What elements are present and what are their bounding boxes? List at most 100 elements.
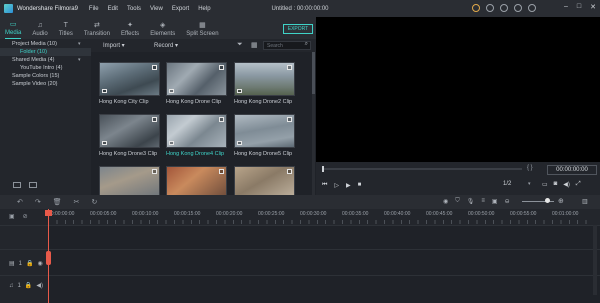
playhead-marker[interactable]	[45, 210, 52, 216]
account-icon[interactable]	[486, 4, 494, 12]
chevron-down-icon[interactable]: ▾	[78, 57, 81, 63]
voiceover-icon[interactable]: ≡	[481, 198, 485, 205]
clip-thumbnail[interactable]	[234, 114, 295, 148]
adjust-icon[interactable]: ↻	[92, 198, 98, 206]
playback-quality-select[interactable]: 1/2	[503, 181, 511, 187]
new-folder-icon[interactable]	[13, 182, 21, 188]
playback-progress-head[interactable]	[322, 166, 324, 172]
preview-viewer[interactable]	[316, 17, 600, 162]
media-clip[interactable]: Hong Kong Drone5 Clip	[234, 114, 295, 157]
timeline-scrollbar[interactable]	[593, 225, 597, 295]
sidebar-item-youtube-intro[interactable]: YouTube Intro (4)	[20, 65, 62, 71]
media-clip[interactable]	[166, 166, 227, 195]
media-clip[interactable]	[234, 166, 295, 195]
sidebar-item-project-media[interactable]: Project Media (10)	[12, 41, 57, 47]
redo-icon[interactable]: ↷	[35, 198, 41, 206]
notification-icon[interactable]	[528, 4, 536, 12]
fullscreen-icon[interactable]: ⤢	[576, 181, 581, 188]
clip-thumbnail[interactable]	[166, 62, 227, 96]
download-icon[interactable]	[514, 4, 522, 12]
playhead-handle[interactable]	[46, 251, 51, 265]
eye-icon[interactable]: ◉	[38, 260, 43, 267]
tab-titles[interactable]: T Titles	[59, 22, 73, 39]
media-clip[interactable]: Hong Kong Drone4 Clip	[166, 114, 227, 157]
zoom-in-icon[interactable]: ⊕	[558, 197, 564, 205]
menu-view[interactable]: View	[150, 6, 163, 12]
zoom-out-icon[interactable]: ⊖	[505, 198, 510, 205]
playback-progress-track[interactable]	[322, 168, 522, 170]
play-icon[interactable]: ▷	[334, 182, 339, 189]
minimize-button[interactable]: –	[564, 3, 568, 11]
grid-view-icon[interactable]: ▦	[251, 41, 258, 49]
menu-tools[interactable]: Tools	[127, 6, 141, 12]
track-row-video[interactable]: ▤ 1 🔒 ◉	[0, 249, 600, 275]
microphone-icon[interactable]: 🎙	[467, 198, 475, 205]
media-clip[interactable]: Hong Kong Drone2 Clip	[234, 62, 295, 105]
menu-edit[interactable]: Edit	[108, 6, 118, 12]
menu-help[interactable]: Help	[198, 6, 210, 12]
tab-media[interactable]: ▭ Media	[5, 21, 22, 39]
track-row-audio[interactable]: ♫ 1 🔒 ◀)	[0, 275, 600, 295]
timeline-ruler[interactable]: ▣ ⊘ 00:00:00:00 00:00:05:00 00:00:10:00 …	[0, 209, 600, 225]
zoom-slider-handle[interactable]	[545, 198, 550, 203]
add-track-icon[interactable]: ▣	[9, 213, 15, 220]
import-dropdown[interactable]: Import ▾	[103, 42, 125, 49]
export-button[interactable]: EXPORT	[283, 24, 313, 34]
mark-in-out-icon[interactable]: { }	[527, 165, 533, 171]
sidebar-item-sample-colors[interactable]: Sample Colors (15)	[12, 73, 59, 79]
sidebar-item-shared-media[interactable]: Shared Media (4)	[12, 57, 55, 63]
media-clip[interactable]: Hong Kong City Clip	[99, 62, 160, 105]
display-settings-icon[interactable]: ▭	[542, 181, 548, 188]
cut-icon[interactable]: ✂	[74, 198, 80, 206]
tab-elements[interactable]: ◈ Elements	[150, 22, 175, 39]
alert-icon[interactable]	[472, 4, 480, 12]
menu-export[interactable]: Export	[172, 6, 189, 12]
sidebar-item-sample-video[interactable]: Sample Video (20)	[12, 81, 57, 87]
media-clip[interactable]: Hong Kong Drone Clip	[166, 62, 227, 105]
fit-timeline-icon[interactable]: ▥	[582, 198, 588, 205]
clip-thumbnail[interactable]	[234, 166, 295, 195]
media-clip[interactable]: Hong Kong Drone3 Clip	[99, 114, 160, 157]
clip-thumbnail[interactable]	[99, 114, 160, 148]
clip-thumbnail[interactable]	[166, 114, 227, 148]
track-row-empty[interactable]	[0, 225, 600, 249]
lock-icon[interactable]: 🔒	[26, 260, 33, 267]
lock-icon[interactable]: 🔒	[25, 282, 32, 289]
shield-icon[interactable]: ⛉	[455, 198, 460, 205]
render-icon[interactable]: ◉	[443, 198, 448, 205]
search-icon[interactable]: ⌕	[305, 41, 308, 48]
maximize-button[interactable]: □	[577, 3, 581, 11]
search-input[interactable]	[264, 42, 302, 49]
clip-thumbnail[interactable]	[234, 62, 295, 96]
record-dropdown[interactable]: Record ▾	[154, 42, 178, 49]
tab-effects[interactable]: ✦ Effects	[121, 22, 139, 39]
tab-audio[interactable]: ♫ Audio	[32, 22, 47, 39]
stop-icon[interactable]: ■	[358, 182, 362, 189]
tab-split-screen[interactable]: ▦ Split Screen	[186, 22, 218, 39]
step-back-icon[interactable]: ⏮	[322, 182, 327, 189]
volume-icon[interactable]: ◀)	[563, 181, 570, 188]
chevron-down-icon[interactable]: ▾	[528, 181, 531, 187]
undo-icon[interactable]: ↶	[17, 198, 23, 206]
scrollbar-thumb[interactable]	[312, 52, 315, 94]
chevron-down-icon[interactable]: ▾	[78, 41, 81, 47]
help-icon[interactable]	[500, 4, 508, 12]
folder-icon[interactable]	[29, 182, 37, 188]
close-button[interactable]: ✕	[590, 3, 596, 11]
link-icon[interactable]: ⊘	[23, 213, 28, 220]
player-controls: { } 00:00:00:00 ⏮ ▷ ▶ ■ 1/2 ▾ ▭ ◙ ◀) ⤢	[316, 162, 600, 195]
menu-file[interactable]: File	[89, 6, 99, 12]
clip-thumbnail[interactable]	[99, 62, 160, 96]
media-clip[interactable]	[99, 166, 160, 195]
snapshot-icon[interactable]: ◙	[554, 181, 558, 188]
filter-icon[interactable]: ⏷	[237, 41, 243, 49]
speaker-icon[interactable]: ◀)	[36, 282, 43, 289]
clip-thumbnail[interactable]	[99, 166, 160, 195]
tab-transition[interactable]: ⇄ Transition	[84, 22, 110, 39]
delete-icon[interactable]: 🗑	[53, 198, 62, 206]
snapshot-icon[interactable]: ▣	[492, 198, 498, 205]
play-icon[interactable]: ▶	[346, 182, 351, 189]
media-scrollbar[interactable]	[312, 52, 315, 195]
clip-thumbnail[interactable]	[166, 166, 227, 195]
sidebar-item-folder[interactable]: Folder (10)	[20, 49, 47, 55]
